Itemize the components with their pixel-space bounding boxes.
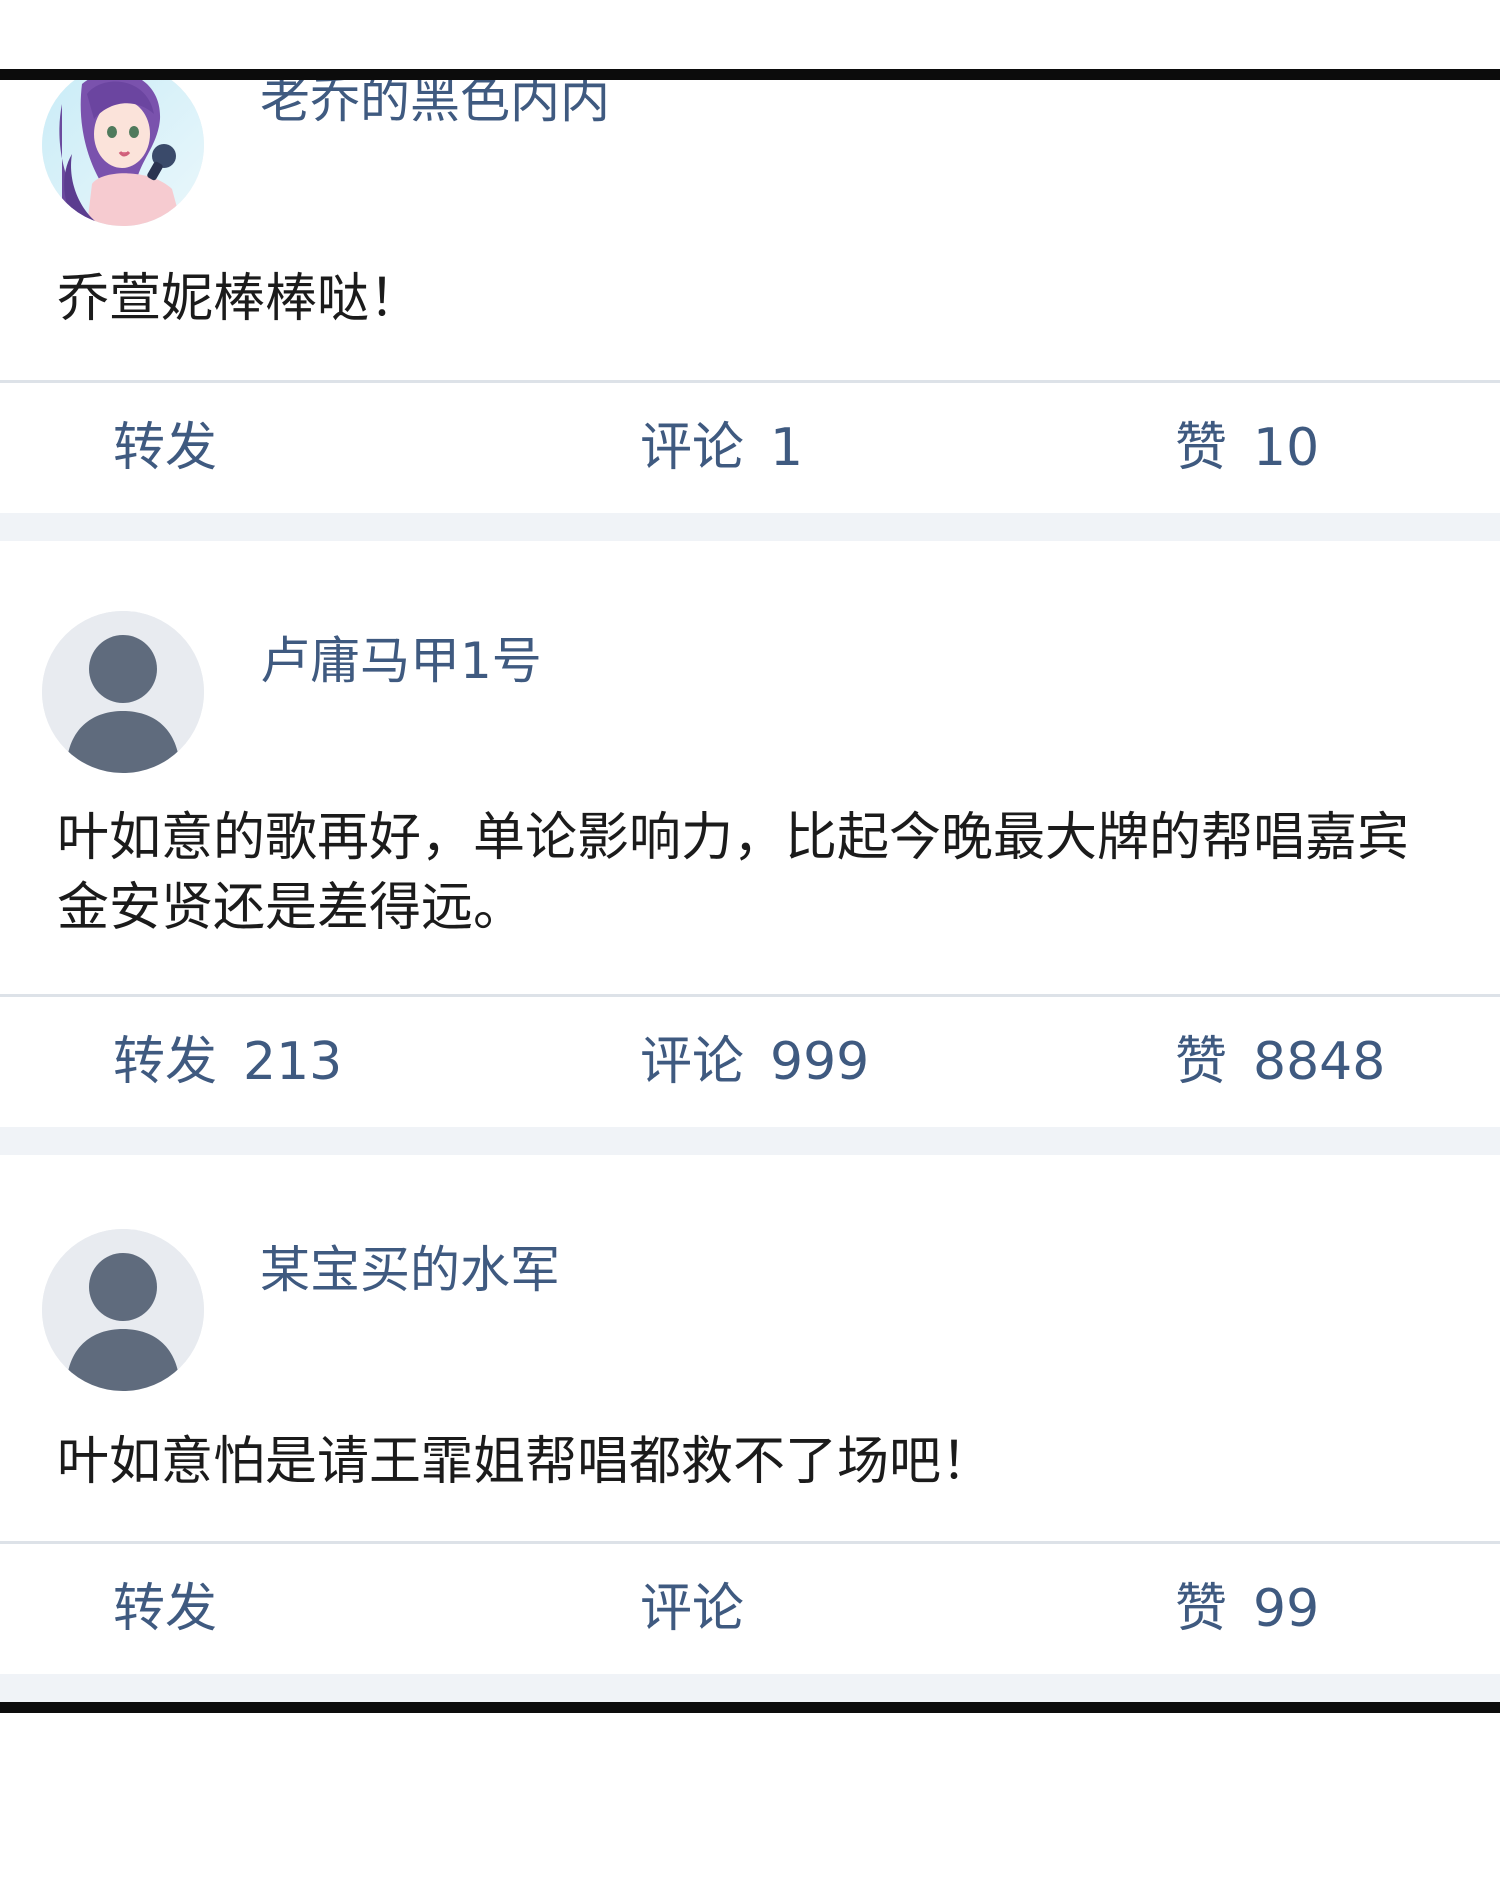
like-label: 赞	[1175, 1032, 1228, 1092]
like-label: 赞	[1175, 418, 1228, 478]
like-count: 8848	[1253, 1032, 1386, 1092]
anime-girl-avatar-icon[interactable]	[42, 80, 204, 226]
post-card: 某宝买的水军 叶如意怕是请王霏姐帮唱都救不了场吧！ 转发 评论 赞 99	[0, 1155, 1500, 1674]
repost-label: 转发	[113, 1032, 218, 1092]
like-count: 99	[1253, 1579, 1320, 1639]
default-user-avatar-art	[42, 1229, 204, 1391]
like-button[interactable]: 赞 99	[1175, 1544, 1319, 1674]
repost-button[interactable]: 转发	[113, 1544, 243, 1674]
comment-count: 1	[770, 418, 804, 478]
weibo-feed[interactable]: 老乔的黑色内内 乔萱妮棒棒哒！ 转发 评论 1 赞 10 卢庸马甲1号 叶如意的歌再…	[0, 80, 1500, 1702]
repost-label: 转发	[113, 418, 218, 478]
repost-label: 转发	[113, 1579, 218, 1639]
default-user-icon[interactable]	[42, 1229, 204, 1391]
anime-girl-avatar-art	[42, 80, 204, 226]
post-card: 老乔的黑色内内 乔萱妮棒棒哒！ 转发 评论 1 赞 10	[0, 80, 1500, 513]
repost-button[interactable]: 转发 213	[113, 997, 342, 1127]
post-action-bar: 转发 213 评论 999 赞 8848	[0, 997, 1500, 1127]
comment-button[interactable]: 评论 999	[640, 997, 869, 1127]
post-separator	[0, 1674, 1500, 1702]
comment-label: 评论	[640, 418, 745, 478]
post-separator	[0, 513, 1500, 541]
comment-button[interactable]: 评论 1	[640, 383, 803, 513]
frame-bottom-border	[0, 1702, 1500, 1713]
post-action-bar: 转发 评论 赞 99	[0, 1544, 1500, 1674]
comment-count: 999	[770, 1032, 870, 1092]
post-username[interactable]: 某宝买的水军	[260, 1230, 560, 1302]
default-user-icon[interactable]	[42, 611, 204, 773]
post-username[interactable]: 老乔的黑色内内	[260, 80, 610, 132]
repost-button[interactable]: 转发	[113, 383, 243, 513]
frame-top-border	[0, 69, 1500, 80]
post-action-bar: 转发 评论 1 赞 10	[0, 383, 1500, 513]
default-user-avatar-art	[42, 611, 204, 773]
post-separator	[0, 1127, 1500, 1155]
like-button[interactable]: 赞 10	[1175, 383, 1319, 513]
repost-count: 213	[243, 1032, 343, 1092]
post-content: 叶如意的歌再好，单论影响力，比起今晚最大牌的帮唱嘉宾金安贤还是差得远。	[57, 808, 1410, 938]
like-button[interactable]: 赞 8848	[1175, 997, 1385, 1127]
post-content: 乔萱妮棒棒哒！	[57, 269, 422, 329]
like-count: 10	[1253, 418, 1320, 478]
post-content: 叶如意怕是请王霏姐帮唱都救不了场吧！	[57, 1432, 994, 1492]
comment-label: 评论	[640, 1579, 745, 1639]
comment-label: 评论	[640, 1032, 745, 1092]
post-card: 卢庸马甲1号 叶如意的歌再好，单论影响力，比起今晚最大牌的帮唱嘉宾金安贤还是差得…	[0, 541, 1500, 1127]
comment-button[interactable]: 评论	[640, 1544, 770, 1674]
like-label: 赞	[1175, 1579, 1228, 1639]
post-username[interactable]: 卢庸马甲1号	[260, 621, 542, 693]
